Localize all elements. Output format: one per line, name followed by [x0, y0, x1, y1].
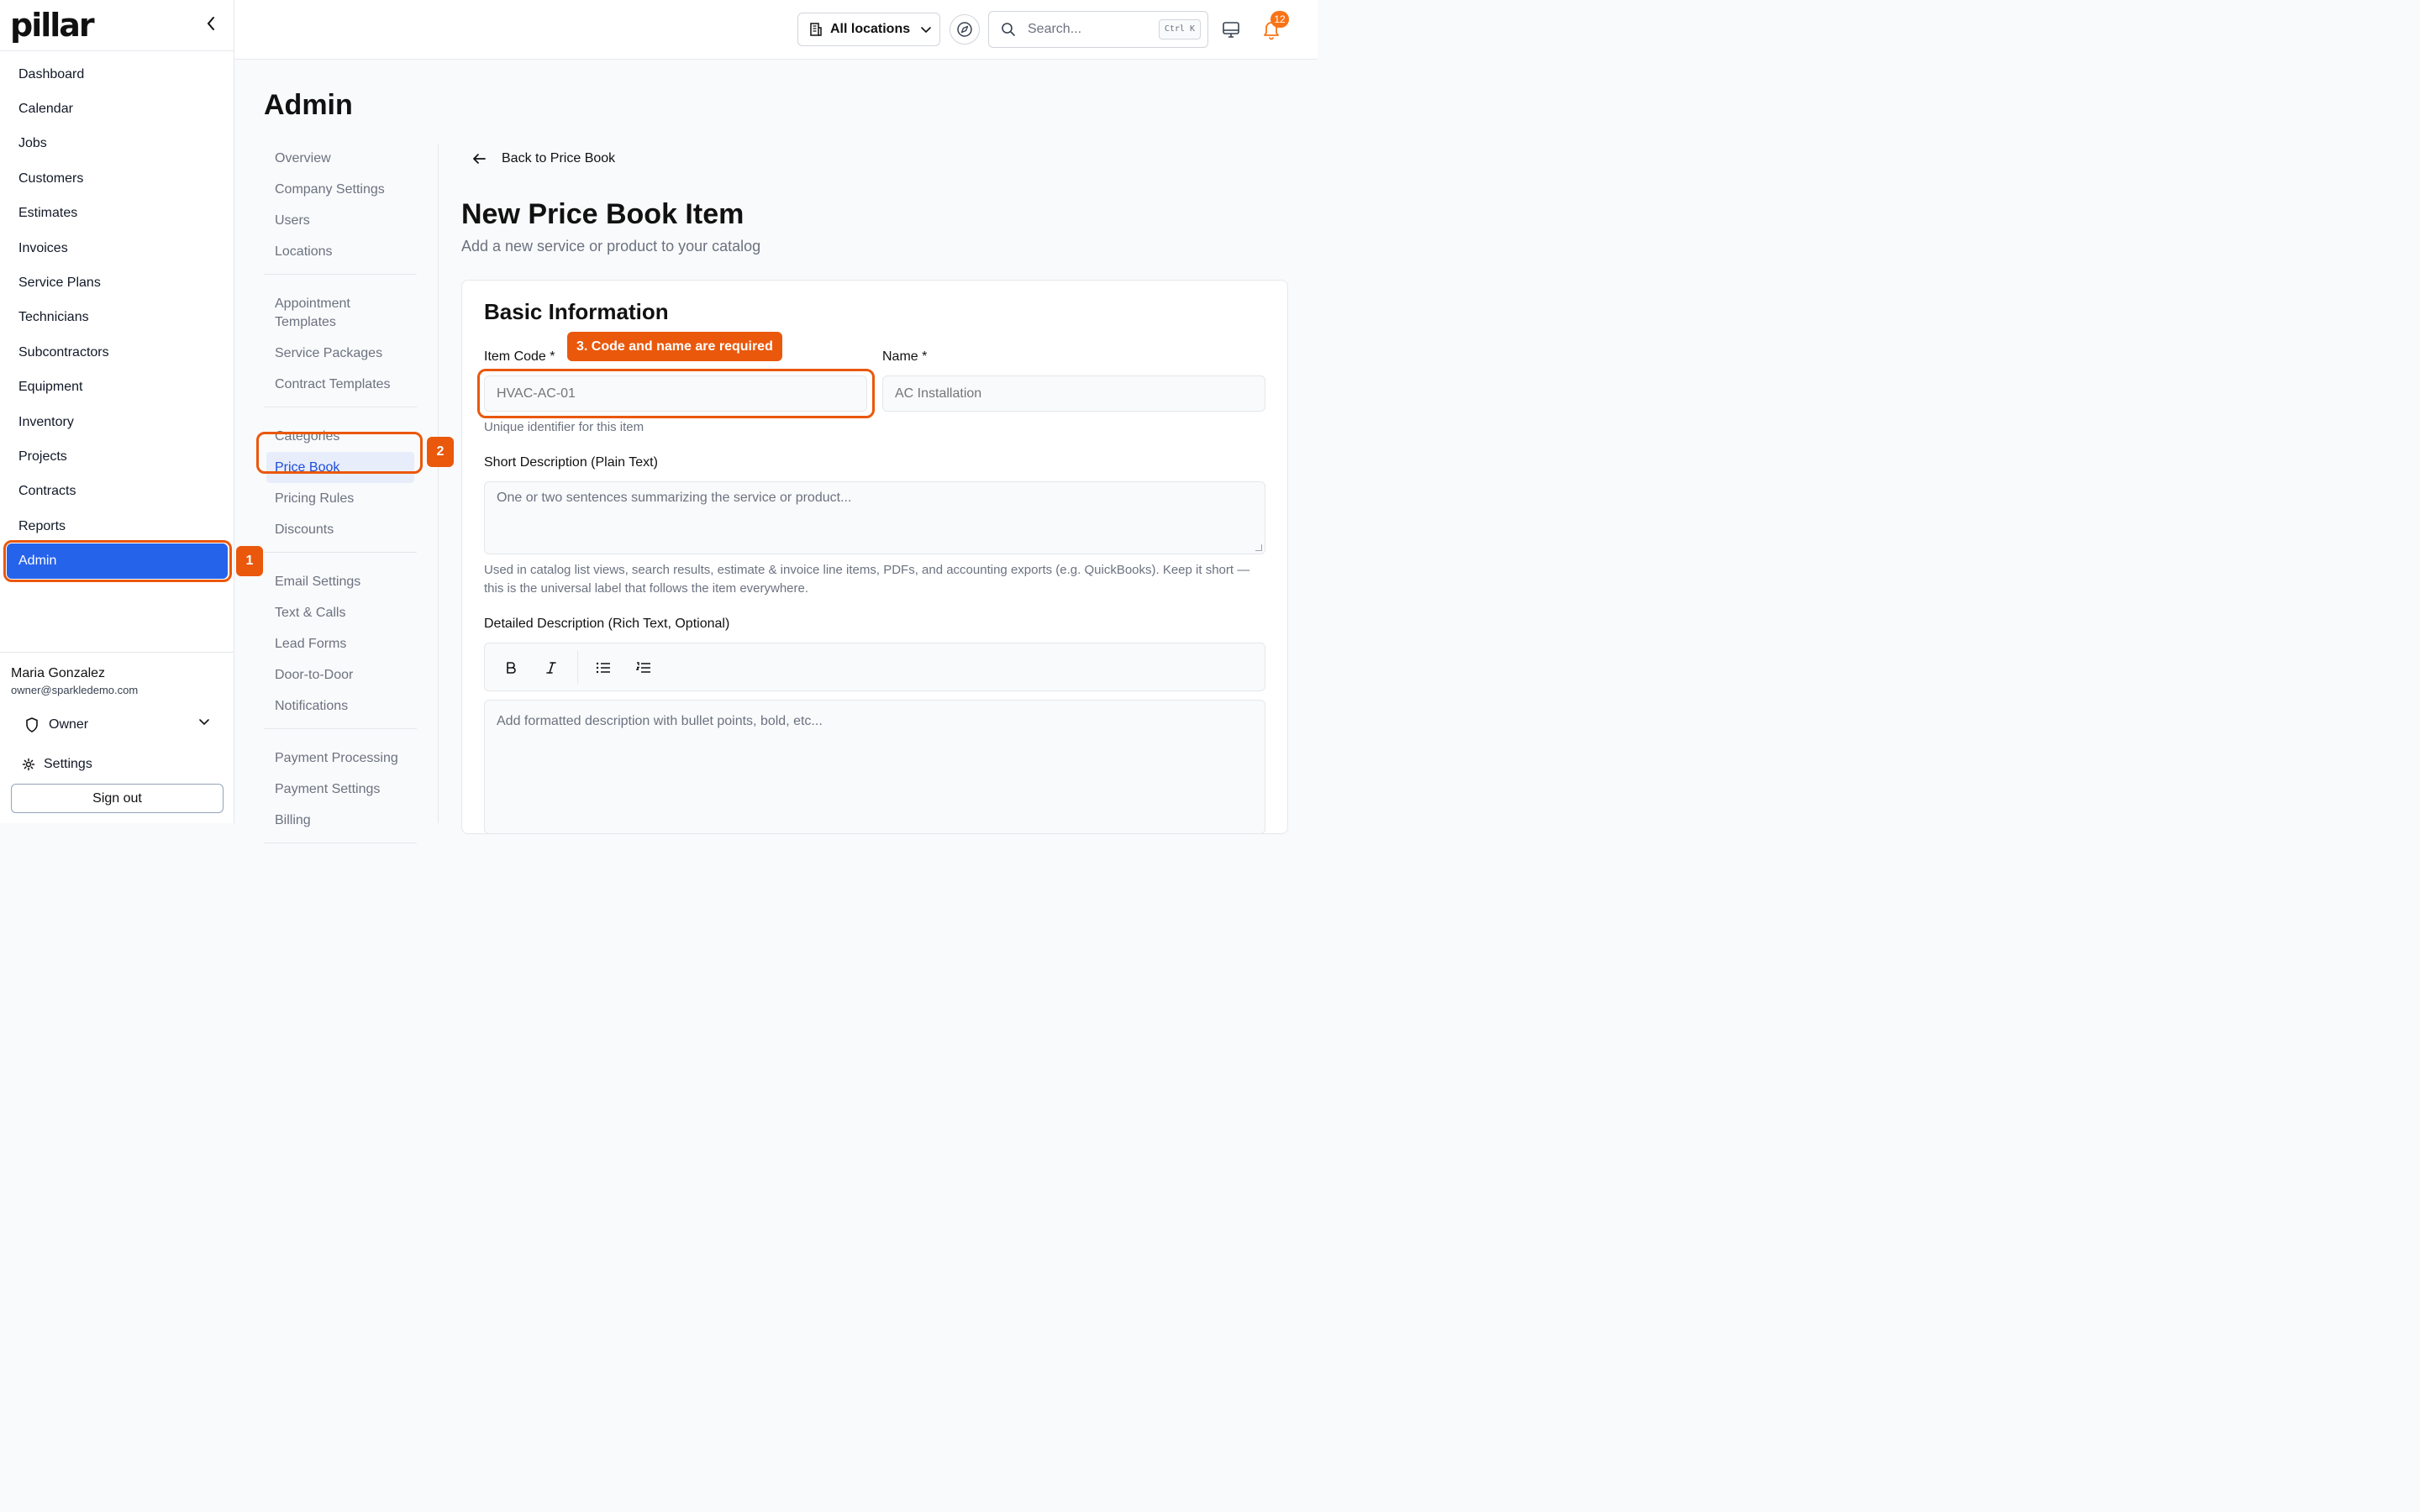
annotation-highlight-admin	[3, 540, 232, 582]
settings-link[interactable]: Settings	[22, 755, 92, 774]
chevron-down-icon	[198, 716, 210, 730]
gear-icon	[22, 758, 35, 771]
subnav-item-contract-templates[interactable]: Contract Templates	[264, 369, 417, 400]
subnav-item-lead-forms[interactable]: Lead Forms	[264, 628, 417, 659]
subnav-item-payment-settings[interactable]: Payment Settings	[264, 774, 417, 805]
page-title: New Price Book Item	[461, 198, 744, 230]
detailed-description-editor[interactable]: Add formatted description with bullet po…	[484, 700, 1265, 834]
back-link-label: Back to Price Book	[502, 151, 616, 165]
subnav-group: Appointment Templates Service Packages C…	[264, 288, 417, 407]
search-icon	[1001, 22, 1016, 37]
admin-page-title: Admin	[264, 89, 353, 121]
pillar-logo: pillar	[10, 7, 95, 44]
nav-item-jobs[interactable]: Jobs	[0, 127, 234, 161]
annotation-step-1: 1	[236, 546, 263, 576]
rich-text-toolbar	[484, 643, 1265, 691]
location-label: All locations	[830, 22, 911, 36]
subnav-item-discounts[interactable]: Discounts	[264, 514, 417, 545]
item-code-label: Item Code *	[484, 349, 555, 364]
subnav-item-service-packages[interactable]: Service Packages	[264, 338, 417, 369]
subnav-group: Email Settings Text & Calls Lead Forms D…	[264, 566, 417, 729]
annotation-highlight-item-code	[477, 369, 875, 418]
subnav-item-overview[interactable]: Overview	[264, 143, 417, 174]
short-description-textarea[interactable]: One or two sentences summarizing the ser…	[484, 481, 1265, 554]
nav-item-subcontractors[interactable]: Subcontractors	[0, 335, 234, 370]
subnav-item-door-to-door[interactable]: Door-to-Door	[264, 659, 417, 690]
subnav-item-company-settings[interactable]: Company Settings	[264, 174, 417, 205]
settings-label: Settings	[44, 757, 92, 771]
detailed-description-label: Detailed Description (Rich Text, Optiona…	[484, 617, 730, 631]
section-title: Basic Information	[484, 299, 669, 324]
subnav-item-billing[interactable]: Billing	[264, 805, 417, 836]
nav-item-service-plans[interactable]: Service Plans	[0, 265, 234, 300]
search-shortcut-badge: Ctrl K	[1158, 19, 1201, 39]
subnav-group: Overview Company Settings Users Location…	[264, 143, 417, 275]
nav-item-calendar[interactable]: Calendar	[0, 92, 234, 126]
annotation-step-2: 2	[427, 437, 454, 467]
back-to-price-book-link[interactable]: Back to Price Book	[471, 151, 615, 166]
detailed-description-placeholder: Add formatted description with bullet po…	[497, 714, 823, 728]
sidebar: pillar Dashboard Calendar Jobs Customers…	[0, 0, 234, 823]
item-code-help: Unique identifier for this item	[484, 420, 644, 434]
italic-icon[interactable]	[542, 659, 560, 677]
subnav-item-notifications[interactable]: Notifications	[264, 690, 417, 722]
search-box[interactable]: Search... Ctrl K	[988, 11, 1208, 48]
role-selector[interactable]: Owner	[25, 716, 210, 734]
main-nav: Dashboard Calendar Jobs Customers Estima…	[0, 57, 234, 579]
annotation-step-3: 3. Code and name are required	[567, 332, 782, 361]
annotation-highlight-price-book	[256, 432, 423, 474]
role-label: Owner	[49, 717, 89, 732]
content-divider	[438, 144, 439, 823]
nav-item-dashboard[interactable]: Dashboard	[0, 57, 234, 92]
short-description-help: Used in catalog list views, search resul…	[484, 563, 1250, 596]
brand-bar: pillar	[0, 0, 234, 51]
name-input[interactable]	[882, 375, 1265, 412]
name-label: Name *	[882, 349, 928, 364]
numbered-list-icon[interactable]	[634, 659, 653, 677]
subnav-item-text-calls[interactable]: Text & Calls	[264, 597, 417, 628]
subnav-item-locations[interactable]: Locations	[264, 236, 417, 267]
chevron-down-icon	[920, 24, 932, 35]
page-subtitle: Add a new service or product to your cat…	[461, 238, 761, 255]
nav-item-reports[interactable]: Reports	[0, 509, 234, 543]
shield-icon	[25, 717, 39, 732]
subnav-group: Payment Processing Payment Settings Bill…	[264, 743, 417, 843]
nav-item-invoices[interactable]: Invoices	[0, 231, 234, 265]
toolbar-separator	[577, 650, 578, 684]
short-description-placeholder: One or two sentences summarizing the ser…	[497, 491, 852, 505]
user-name: Maria Gonzalez	[11, 666, 106, 680]
subnav-item-payment-processing[interactable]: Payment Processing	[264, 743, 417, 774]
notification-count-badge: 12	[1270, 11, 1289, 28]
bold-icon[interactable]	[502, 659, 520, 677]
subnav-item-appointment-templates[interactable]: Appointment Templates	[264, 288, 417, 338]
collapse-sidebar-icon[interactable]	[202, 15, 220, 35]
resize-handle-icon[interactable]	[1255, 544, 1262, 551]
nav-item-contracts[interactable]: Contracts	[0, 475, 234, 509]
top-bar: All locations Search... Ctrl K 12	[234, 0, 1318, 60]
user-email: owner@sparkledemo.com	[11, 684, 139, 696]
sign-out-button[interactable]: Sign out	[11, 784, 224, 813]
subnav-item-email-settings[interactable]: Email Settings	[264, 566, 417, 597]
bullet-list-icon[interactable]	[594, 659, 613, 677]
arrow-left-icon	[471, 152, 487, 165]
search-input[interactable]: Search...	[1028, 22, 1081, 37]
admin-subnav: Overview Company Settings Users Location…	[264, 143, 417, 857]
subnav-item-users[interactable]: Users	[264, 205, 417, 236]
nav-item-technicians[interactable]: Technicians	[0, 301, 234, 335]
nav-item-estimates[interactable]: Estimates	[0, 197, 234, 231]
nav-item-equipment[interactable]: Equipment	[0, 370, 234, 405]
location-selector[interactable]: All locations	[797, 13, 940, 46]
short-description-label: Short Description (Plain Text)	[484, 455, 658, 470]
nav-item-inventory[interactable]: Inventory	[0, 405, 234, 439]
nav-item-customers[interactable]: Customers	[0, 161, 234, 196]
subnav-item-pricing-rules[interactable]: Pricing Rules	[264, 483, 417, 514]
nav-item-projects[interactable]: Projects	[0, 439, 234, 474]
monitor-icon[interactable]	[1222, 20, 1240, 43]
compass-icon[interactable]	[950, 14, 980, 45]
building-icon	[808, 22, 823, 37]
user-panel: Maria Gonzalez owner@sparkledemo.com Own…	[0, 652, 234, 813]
